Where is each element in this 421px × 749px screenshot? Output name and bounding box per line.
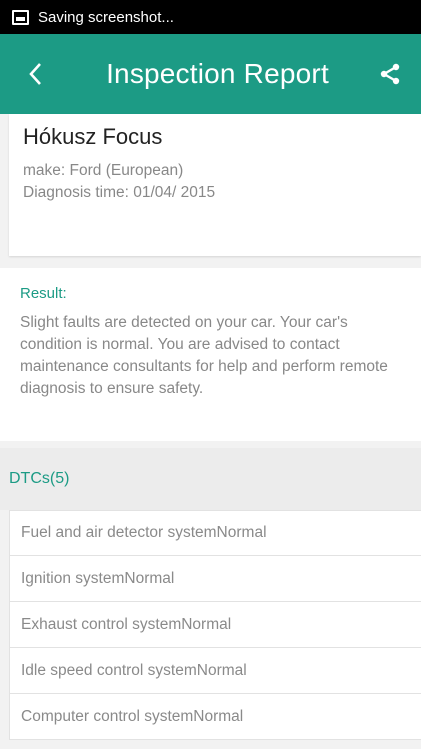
list-item[interactable]: Idle speed control systemNormal [9, 648, 421, 694]
vehicle-make: make: Ford (European) [23, 162, 184, 179]
list-item[interactable]: Computer control systemNormal [9, 694, 421, 740]
screenshot-icon [12, 9, 29, 25]
back-button[interactable] [0, 34, 70, 114]
back-chevron-icon [29, 63, 41, 85]
vehicle-card: Hókusz Focus make: Ford (European) Diagn… [9, 114, 421, 256]
list-item[interactable]: Fuel and air detector systemNormal [9, 510, 421, 556]
share-button[interactable] [359, 34, 421, 114]
dtc-header: DTCs(5) [0, 448, 421, 510]
status-text: Saving screenshot... [38, 8, 174, 26]
share-icon [380, 63, 400, 85]
page-title: Inspection Report [106, 58, 329, 89]
dtc-list: Fuel and air detector systemNormal Ignit… [9, 510, 421, 749]
app-bar: Inspection Report [0, 34, 421, 114]
list-item[interactable]: Ignition systemNormal [9, 556, 421, 602]
result-section: Result: Slight faults are detected on yo… [0, 268, 421, 441]
status-bar: Saving screenshot... [0, 0, 421, 34]
diagnosis-time: Diagnosis time: 01/04/ 2015 [23, 184, 216, 201]
result-label: Result: [20, 285, 67, 302]
result-text: Slight faults are detected on your car. … [20, 314, 388, 397]
list-item[interactable]: Exhaust control systemNormal [9, 602, 421, 648]
vehicle-name: Hókusz Focus [23, 124, 163, 149]
